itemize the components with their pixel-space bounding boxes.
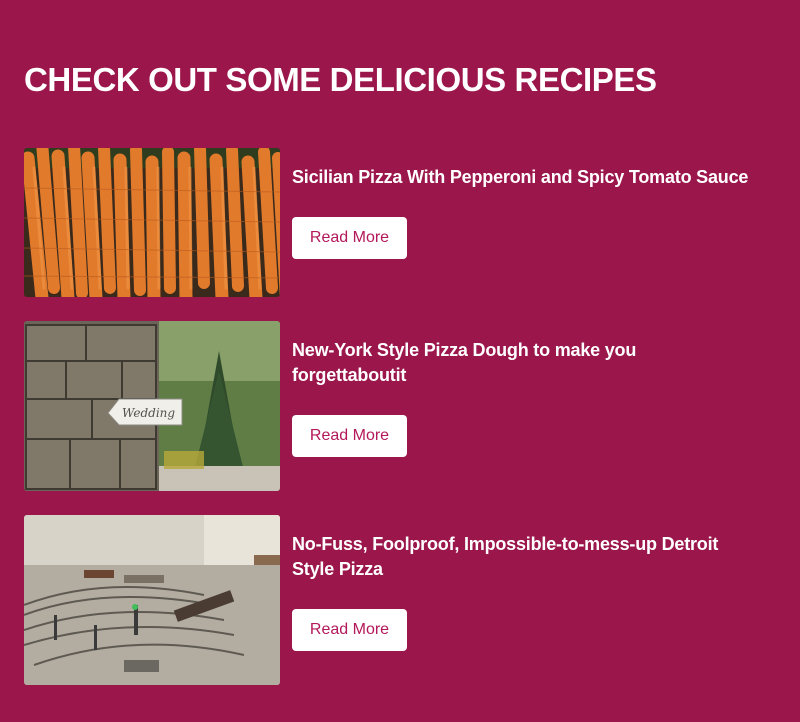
recipe-card: Sicilian Pizza With Pepperoni and Spicy … bbox=[24, 148, 784, 298]
recipe-title[interactable]: New-York Style Pizza Dough to make you f… bbox=[292, 338, 722, 388]
recipe-card: No-Fuss, Foolproof, Impossible-to-mess-u… bbox=[24, 515, 784, 685]
recipe-image-carrots[interactable] bbox=[24, 148, 280, 297]
recipe-body: New-York Style Pizza Dough to make you f… bbox=[292, 321, 782, 457]
section-title: CHECK OUT SOME DELICIOUS RECIPES bbox=[24, 61, 657, 98]
recipe-title[interactable]: No-Fuss, Foolproof, Impossible-to-mess-u… bbox=[292, 532, 762, 582]
recipe-title[interactable]: Sicilian Pizza With Pepperoni and Spicy … bbox=[292, 165, 782, 190]
recipe-image-wedding-pillar[interactable]: Wedding bbox=[24, 321, 280, 491]
recipe-image-model-railroad[interactable] bbox=[24, 515, 280, 685]
read-more-button[interactable]: Read More bbox=[292, 217, 407, 259]
recipe-body: No-Fuss, Foolproof, Impossible-to-mess-u… bbox=[292, 515, 782, 651]
recipe-card: Wedding New-York Style Pizza Dough to ma… bbox=[24, 321, 784, 491]
read-more-button[interactable]: Read More bbox=[292, 415, 407, 457]
wedding-sign-text: Wedding bbox=[122, 406, 175, 420]
read-more-button[interactable]: Read More bbox=[292, 609, 407, 651]
recipe-body: Sicilian Pizza With Pepperoni and Spicy … bbox=[292, 148, 782, 259]
